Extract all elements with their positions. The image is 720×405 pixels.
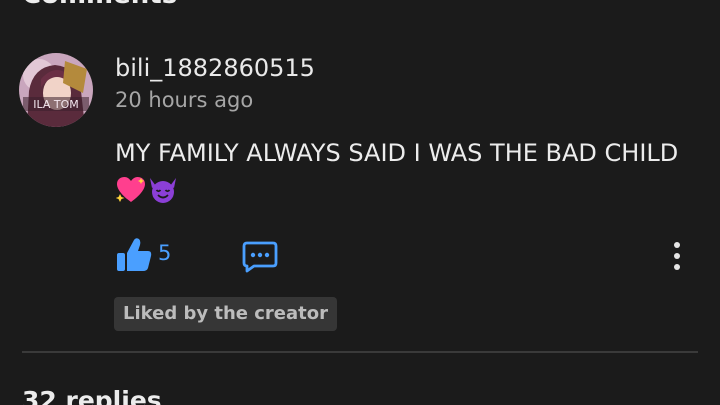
user-avatar[interactable]: ILA TOM [19, 53, 93, 127]
smiling-devil-emoji [147, 176, 179, 215]
replies-count-heading[interactable]: 32 replies [22, 386, 162, 405]
more-options-button[interactable] [664, 238, 690, 274]
thumbs-up-icon [117, 238, 152, 271]
comment-body: MY FAMILY ALWAYS SAID I WAS THE BAD CHIL… [115, 134, 700, 215]
comment-screen: Comments ILA TOM bili_1882860515 20 hour… [0, 0, 720, 405]
anime-girl-avatar-icon: ILA TOM [19, 53, 93, 127]
reply-button[interactable] [241, 240, 279, 274]
divider [22, 351, 698, 353]
sparkling-heart-emoji [115, 176, 146, 215]
svg-text:ILA TOM: ILA TOM [33, 98, 79, 111]
comment-timestamp: 20 hours ago [115, 88, 254, 112]
like-button[interactable] [115, 236, 155, 276]
comment-text: MY FAMILY ALWAYS SAID I WAS THE BAD CHIL… [115, 139, 679, 167]
more-vertical-icon [674, 242, 680, 270]
liked-by-creator-badge: Liked by the creator [114, 297, 338, 331]
comment-username[interactable]: bili_1882860515 [115, 54, 315, 82]
chat-bubble-icon [242, 241, 278, 273]
comments-heading: Comments [22, 0, 177, 10]
like-count: 5 [158, 241, 172, 265]
